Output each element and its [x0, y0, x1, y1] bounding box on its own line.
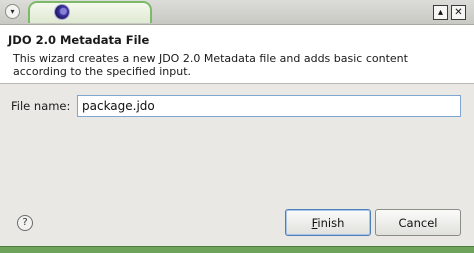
- file-name-label: File name:: [11, 99, 71, 113]
- cancel-button[interactable]: Cancel: [375, 209, 461, 236]
- maximize-icon[interactable]: ▴: [433, 5, 448, 20]
- finish-button[interactable]: Finish: [285, 209, 371, 236]
- page-description: This wizard creates a new JDO 2.0 Metada…: [13, 52, 408, 78]
- help-icon[interactable]: ?: [17, 215, 33, 231]
- title-bar: ▾ ▴ ✕: [0, 0, 474, 25]
- close-icon[interactable]: ✕: [451, 5, 466, 20]
- window-tab[interactable]: [28, 1, 152, 23]
- chevron-down-icon[interactable]: ▾: [5, 4, 20, 19]
- file-name-input[interactable]: [77, 95, 461, 117]
- wizard-header: JDO 2.0 Metadata File This wizard create…: [0, 25, 474, 84]
- eclipse-icon: [55, 5, 69, 19]
- page-title: JDO 2.0 Metadata File: [8, 33, 150, 47]
- finish-label: inish: [317, 215, 345, 230]
